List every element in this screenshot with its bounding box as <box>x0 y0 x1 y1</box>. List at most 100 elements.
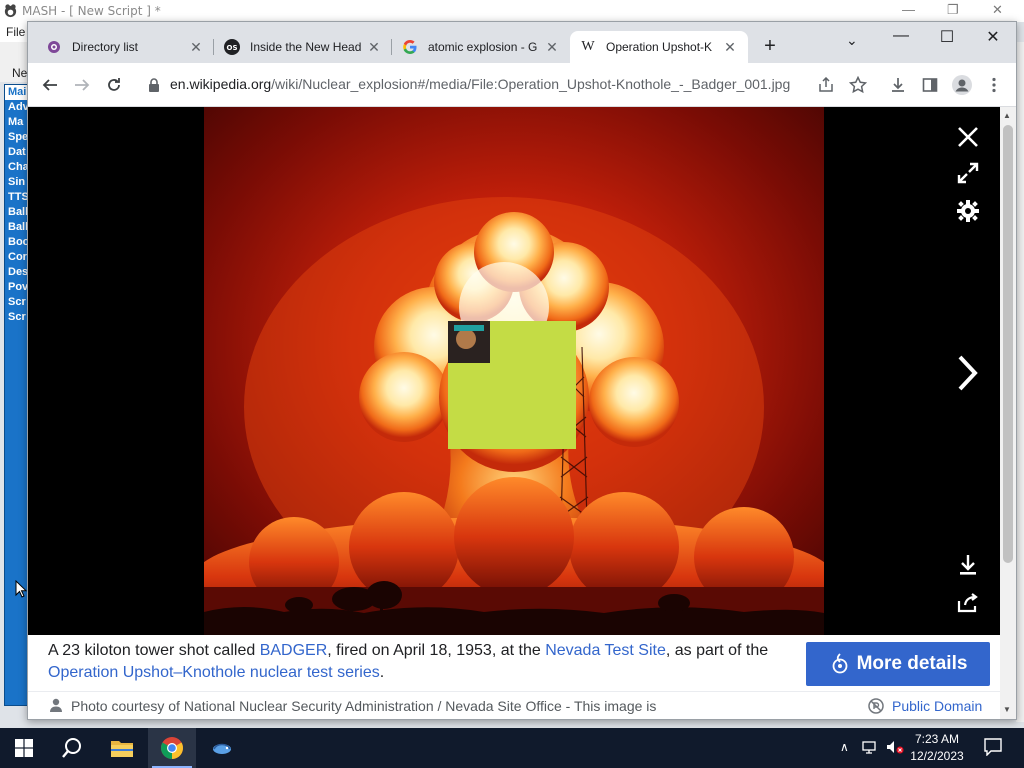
back-arrow-icon[interactable] <box>40 75 60 95</box>
mash-list-item[interactable]: Ball <box>5 220 29 235</box>
file-explorer-button[interactable] <box>98 728 146 768</box>
share-image-icon[interactable] <box>954 589 982 617</box>
tab-atomic-explosion[interactable]: atomic explosion - G ✕ <box>392 31 570 63</box>
mash-list-item[interactable]: Boo <box>5 235 29 250</box>
chrome-window: Directory list ✕ OS Inside the New Head … <box>27 21 1017 720</box>
mash-list-item[interactable]: Des <box>5 265 29 280</box>
address-bar[interactable]: en.wikipedia.org/wiki/Nuclear_explosion#… <box>138 69 863 101</box>
caption-text: A 23 kiloton tower shot called BADGER, f… <box>48 640 788 684</box>
windows-logo-icon <box>15 739 33 757</box>
mash-right-edge <box>1016 42 1024 722</box>
network-icon[interactable] <box>862 740 878 757</box>
scroll-up-arrow-icon[interactable]: ▲ <box>1003 111 1011 120</box>
mash-menu-bar: File <box>0 22 30 42</box>
notification-center-icon[interactable] <box>984 738 1002 759</box>
side-panel-icon[interactable] <box>920 75 940 95</box>
fullscreen-icon[interactable] <box>954 159 982 187</box>
settings-gear-icon[interactable] <box>954 197 982 225</box>
show-hidden-icons-chevron-icon[interactable]: ∧ <box>840 740 849 754</box>
close-tab-icon[interactable]: ✕ <box>544 39 560 56</box>
close-tab-icon[interactable]: ✕ <box>366 39 382 56</box>
caption-text-end: . <box>379 664 385 681</box>
tab-directory-list[interactable]: Directory list ✕ <box>36 31 214 63</box>
maximize-button[interactable]: ☐ <box>924 27 970 47</box>
tab-operation-upshot[interactable]: W Operation Upshot-K ✕ <box>570 31 748 63</box>
search-icon <box>62 738 81 758</box>
mash-list-item[interactable]: Dat <box>5 145 29 160</box>
download-image-icon[interactable] <box>954 551 982 579</box>
mash-restore-button[interactable]: ❐ <box>947 2 959 18</box>
tor-icon <box>46 39 62 55</box>
next-image-chevron-icon[interactable] <box>952 353 984 393</box>
mash-list-item[interactable]: Sin <box>5 175 29 190</box>
image-credit-bar: Photo courtesy of National Nuclear Secur… <box>28 691 1000 719</box>
google-icon <box>402 39 418 55</box>
tab-label: Directory list <box>72 40 139 54</box>
mash-taskbar-button[interactable] <box>198 728 246 768</box>
mash-list-item[interactable]: Adv <box>5 100 29 115</box>
public-domain-icon <box>868 698 884 714</box>
bookmark-star-icon[interactable] <box>848 75 868 95</box>
mash-list-item[interactable]: Scr <box>5 310 29 325</box>
kebab-menu-icon[interactable] <box>984 75 1004 95</box>
caption-text-mid2: , as part of the <box>665 642 769 659</box>
folder-icon <box>111 741 133 757</box>
media-viewer <box>28 107 1000 635</box>
person-icon <box>50 698 62 712</box>
wikipedia-icon: W <box>581 39 595 54</box>
chrome-taskbar-button[interactable] <box>148 728 196 768</box>
new-tab-button[interactable]: + <box>758 35 782 58</box>
start-button[interactable] <box>0 728 48 768</box>
os-icon: OS <box>224 39 240 55</box>
page-scrollbar[interactable]: ▲ ▼ <box>1000 107 1016 719</box>
mash-list-item[interactable]: Pov <box>5 280 29 295</box>
url-host: en.wikipedia.org <box>170 76 272 92</box>
system-clock[interactable]: 7:23 AM 12/2/2023 <box>898 731 976 765</box>
close-tab-icon[interactable]: ✕ <box>188 39 204 56</box>
caption-text-start: A 23 kiloton tower shot called <box>48 642 260 659</box>
share-icon[interactable] <box>816 75 836 95</box>
tab-strip: Directory list ✕ OS Inside the New Head … <box>28 22 1016 63</box>
scrollbar-thumb[interactable] <box>1003 125 1013 563</box>
close-tab-icon[interactable]: ✕ <box>722 39 738 56</box>
credit-text: Photo courtesy of National Nuclear Secur… <box>71 698 657 714</box>
mash-minimize-button[interactable]: — <box>902 2 915 17</box>
tab-search-chevron-icon[interactable]: ⌄ <box>846 32 858 49</box>
search-button[interactable] <box>48 728 96 768</box>
more-details-label: More details <box>856 653 968 674</box>
mash-list-item[interactable]: Ball <box>5 205 29 220</box>
tab-label: Operation Upshot-K <box>606 40 713 54</box>
url-path: /wiki/Nuclear_explosion#/media/File:Oper… <box>271 76 791 92</box>
mash-list-item[interactable]: TTS <box>5 190 29 205</box>
mash-list-item[interactable]: Ma <box>5 115 29 130</box>
download-icon[interactable] <box>888 75 908 95</box>
nevada-test-site-link[interactable]: Nevada Test Site <box>545 642 666 659</box>
windows-taskbar: ∧ 7:23 AM 12/2/2023 <box>0 728 1024 768</box>
mash-list-item[interactable]: Scr <box>5 295 29 310</box>
minimize-button[interactable]: — <box>878 27 924 45</box>
clock-time: 7:23 AM <box>914 732 960 746</box>
upshot-knothole-link[interactable]: Operation Upshot–Knothole nuclear test s… <box>48 664 380 681</box>
reload-icon[interactable] <box>104 75 124 95</box>
close-window-button[interactable]: ✕ <box>970 27 1016 47</box>
mash-list-item[interactable]: Cor <box>5 250 29 265</box>
forward-arrow-icon[interactable] <box>72 75 92 95</box>
tab-inside-new-head[interactable]: OS Inside the New Head ✕ <box>214 31 392 63</box>
lock-icon[interactable] <box>148 78 160 92</box>
mash-list-item[interactable]: Cha <box>5 160 29 175</box>
mash-list-item[interactable]: Mai <box>5 85 29 100</box>
mash-app-icon <box>4 4 17 18</box>
badger-link[interactable]: BADGER <box>260 642 328 659</box>
profile-avatar-icon[interactable] <box>952 75 972 95</box>
public-domain-link[interactable]: Public Domain <box>868 698 982 714</box>
more-details-button[interactable]: More details <box>806 642 990 686</box>
close-viewer-icon[interactable] <box>954 123 982 151</box>
nuclear-explosion-photo[interactable] <box>204 107 824 635</box>
url-text[interactable]: en.wikipedia.org/wiki/Nuclear_explosion#… <box>170 76 790 92</box>
mash-title-bar: MASH - [ New Script ] * — ❐ ✕ <box>0 0 1024 22</box>
mash-menu-file[interactable]: File <box>6 25 25 39</box>
mash-close-button[interactable]: ✕ <box>992 2 1003 18</box>
scroll-down-arrow-icon[interactable]: ▼ <box>1003 705 1011 714</box>
mash-new-button[interactable]: Ne <box>12 66 27 80</box>
mash-list-item[interactable]: Spe <box>5 130 29 145</box>
